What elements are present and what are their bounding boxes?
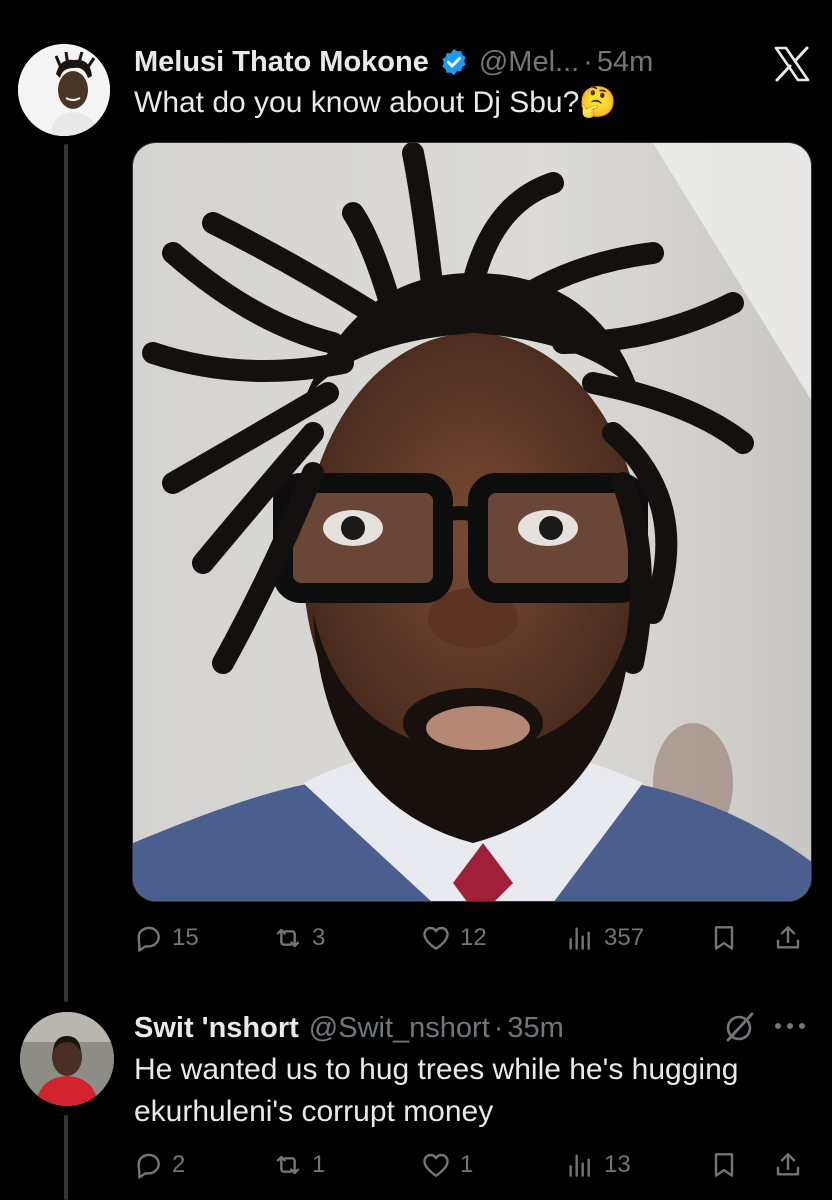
repost-button[interactable]: 1	[272, 1145, 325, 1185]
reply-author-handle[interactable]: @Swit_nshort	[309, 1012, 490, 1045]
x-logo-icon[interactable]	[770, 42, 814, 86]
like-button[interactable]: 12	[420, 918, 487, 958]
reply-actions: 2 1 1 13	[132, 1145, 812, 1185]
tweet-header: Melusi Thato Mokone @Mel... · 54m	[134, 42, 653, 82]
thinking-face-emoji: 🤔	[579, 86, 617, 119]
reply-icon	[137, 926, 160, 952]
author-avatar[interactable]	[18, 44, 110, 136]
thread-line	[64, 1115, 68, 1200]
like-icon	[423, 926, 449, 950]
repost-count: 1	[312, 1151, 326, 1178]
share-icon	[776, 926, 800, 949]
author-name[interactable]: Melusi Thato Mokone	[134, 46, 429, 79]
reply-header: Swit 'nshort @Swit_nshort · 35m	[134, 1008, 564, 1048]
separator-dot: ·	[493, 1011, 504, 1044]
verified-badge-icon	[439, 47, 469, 77]
views-count: 13	[604, 1151, 631, 1178]
views-count: 357	[604, 924, 645, 951]
thread-line	[64, 144, 68, 1002]
bookmark-icon	[714, 926, 734, 950]
more-icon[interactable]	[768, 1012, 812, 1040]
views-icon	[569, 1154, 590, 1177]
repost-icon	[276, 928, 300, 948]
tweet-text: What do you know about Dj Sbu?🤔	[134, 82, 794, 124]
tweet-photo[interactable]	[132, 142, 812, 902]
tweet-thread-screen: Melusi Thato Mokone @Mel... · 54m What d…	[0, 0, 832, 1200]
reply-icon	[137, 1153, 160, 1179]
views-button[interactable]: 357	[564, 918, 644, 958]
grok-icon[interactable]	[722, 1010, 756, 1044]
tweet-actions: 15 3 12 357	[132, 918, 812, 958]
tweet-time[interactable]: 54m	[597, 46, 653, 79]
bookmark-icon	[714, 1153, 734, 1177]
repost-count: 3	[312, 924, 326, 951]
reply-count: 2	[172, 1151, 186, 1178]
share-button[interactable]	[772, 918, 804, 958]
like-icon	[423, 1153, 449, 1177]
bookmark-button[interactable]	[708, 918, 740, 958]
like-count: 1	[460, 1151, 474, 1178]
reply-button[interactable]: 2	[132, 1145, 185, 1185]
repost-icon	[276, 1155, 300, 1175]
reply-author-avatar[interactable]	[20, 1012, 114, 1106]
author-handle[interactable]: @Mel...	[479, 46, 579, 79]
reply-count: 15	[172, 924, 199, 951]
views-button[interactable]: 13	[564, 1145, 631, 1185]
share-button[interactable]	[772, 1145, 804, 1185]
like-count: 12	[460, 924, 487, 951]
reply-button[interactable]: 15	[132, 918, 199, 958]
reply-author-name[interactable]: Swit 'nshort	[134, 1012, 299, 1045]
like-button[interactable]: 1	[420, 1145, 473, 1185]
share-icon	[776, 1153, 800, 1176]
separator-dot: ·	[583, 45, 593, 78]
views-icon	[569, 927, 590, 950]
repost-button[interactable]: 3	[272, 918, 325, 958]
reply-time[interactable]: 35m	[507, 1012, 563, 1045]
tweet-body: What do you know about Dj Sbu?	[134, 86, 580, 119]
reply-text: He wanted us to hug trees while he's hug…	[134, 1053, 739, 1128]
bookmark-button[interactable]	[708, 1145, 740, 1185]
